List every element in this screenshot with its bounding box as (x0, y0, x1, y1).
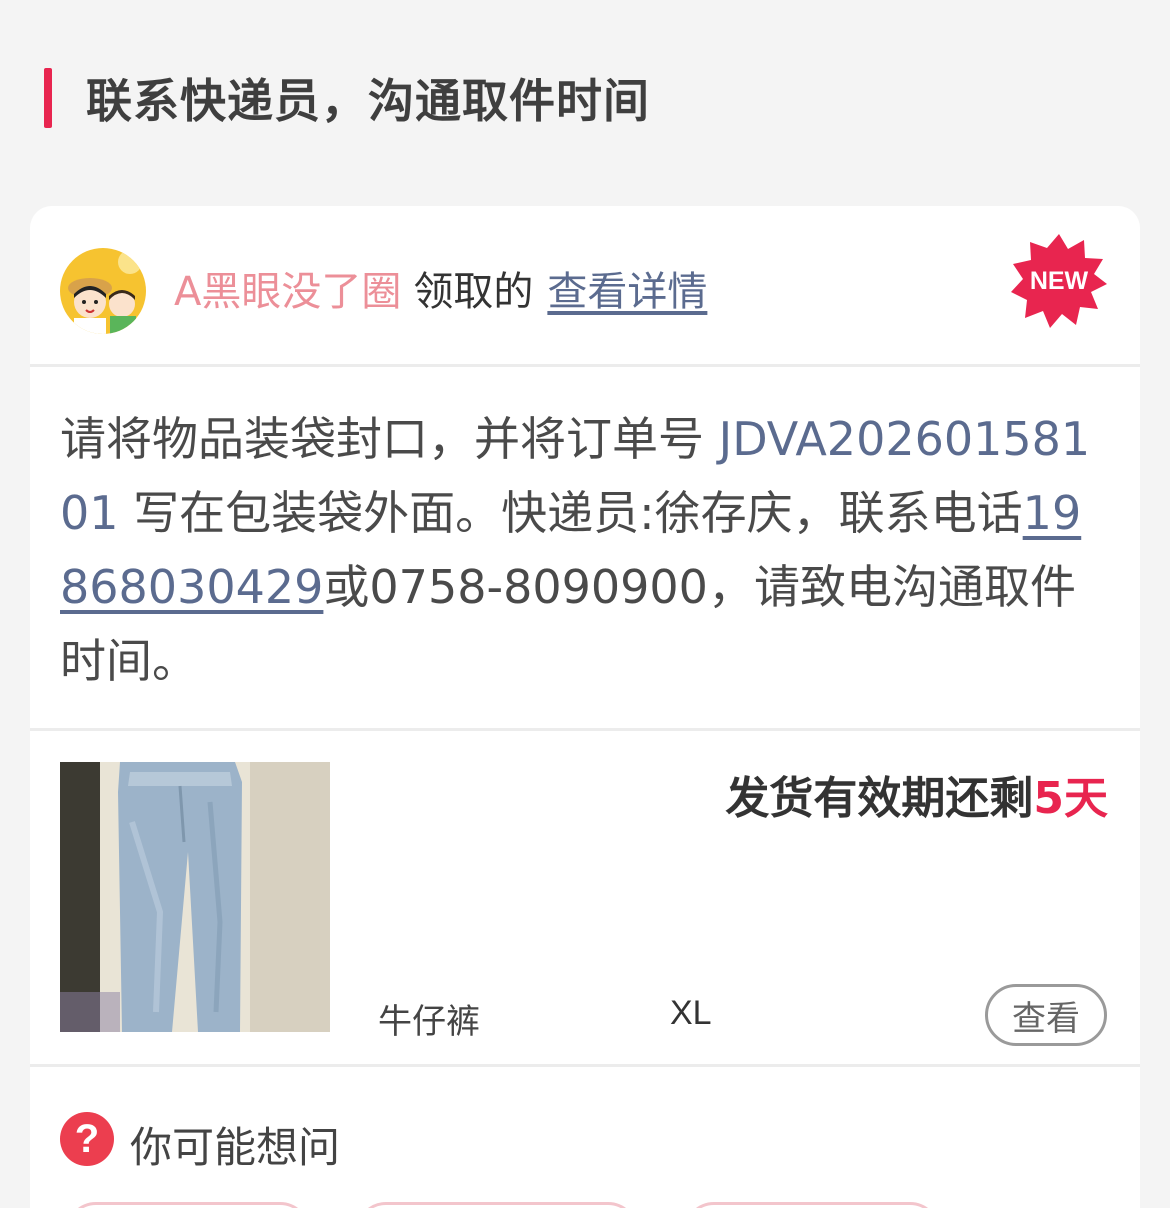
section-accent-bar (44, 68, 52, 128)
item-photo[interactable] (60, 762, 330, 1032)
section-title: 联系快递员，沟通取件时间 (86, 74, 650, 128)
faq-chip[interactable] (356, 1202, 638, 1208)
page: 联系快递员，沟通取件时间 A黑眼没了圈 领取的 查看详情 NEW 请将物品装袋封… (0, 0, 1170, 1208)
divider (30, 1064, 1140, 1067)
deadline-days: 5天 (1033, 773, 1108, 824)
new-badge: NEW (1010, 232, 1108, 330)
avatar[interactable] (60, 248, 146, 334)
shipping-deadline: 发货有效期还剩5天 (725, 762, 1108, 826)
deadline-label: 发货有效期还剩 (725, 773, 1034, 824)
question-icon: ? (60, 1112, 114, 1166)
section-header: 联系快递员，沟通取件时间 (44, 68, 650, 128)
claimer-name[interactable]: A黑眼没了圈 (174, 259, 401, 317)
faq-chip[interactable] (684, 1202, 940, 1208)
item-name: 牛仔裤 (378, 1002, 480, 1042)
view-item-button[interactable]: 查看 (985, 984, 1107, 1046)
claim-line: A黑眼没了圈 领取的 查看详情 (174, 258, 707, 318)
faq-chip[interactable] (66, 1202, 310, 1208)
divider (30, 364, 1140, 367)
pickup-instruction: 请将物品装袋封口，并将订单号 JDVA20260158101 写在包装袋外面。快… (60, 402, 1110, 698)
claim-verb: 领取的 (413, 269, 534, 315)
instruction-text-1: 请将物品装袋封口，并将订单号 (60, 412, 719, 466)
pickup-card: A黑眼没了圈 领取的 查看详情 NEW 请将物品装袋封口，并将订单号 JDVA2… (30, 206, 1140, 1208)
divider (30, 728, 1140, 731)
item-size: XL (670, 994, 712, 1032)
new-badge-label: NEW (1029, 266, 1089, 295)
faq-title: 你可能想问 (130, 1123, 341, 1172)
instruction-text-2: 写在包装袋外面。快递员:徐存庆，联系电话 (118, 486, 1023, 540)
view-details-link[interactable]: 查看详情 (547, 259, 707, 317)
